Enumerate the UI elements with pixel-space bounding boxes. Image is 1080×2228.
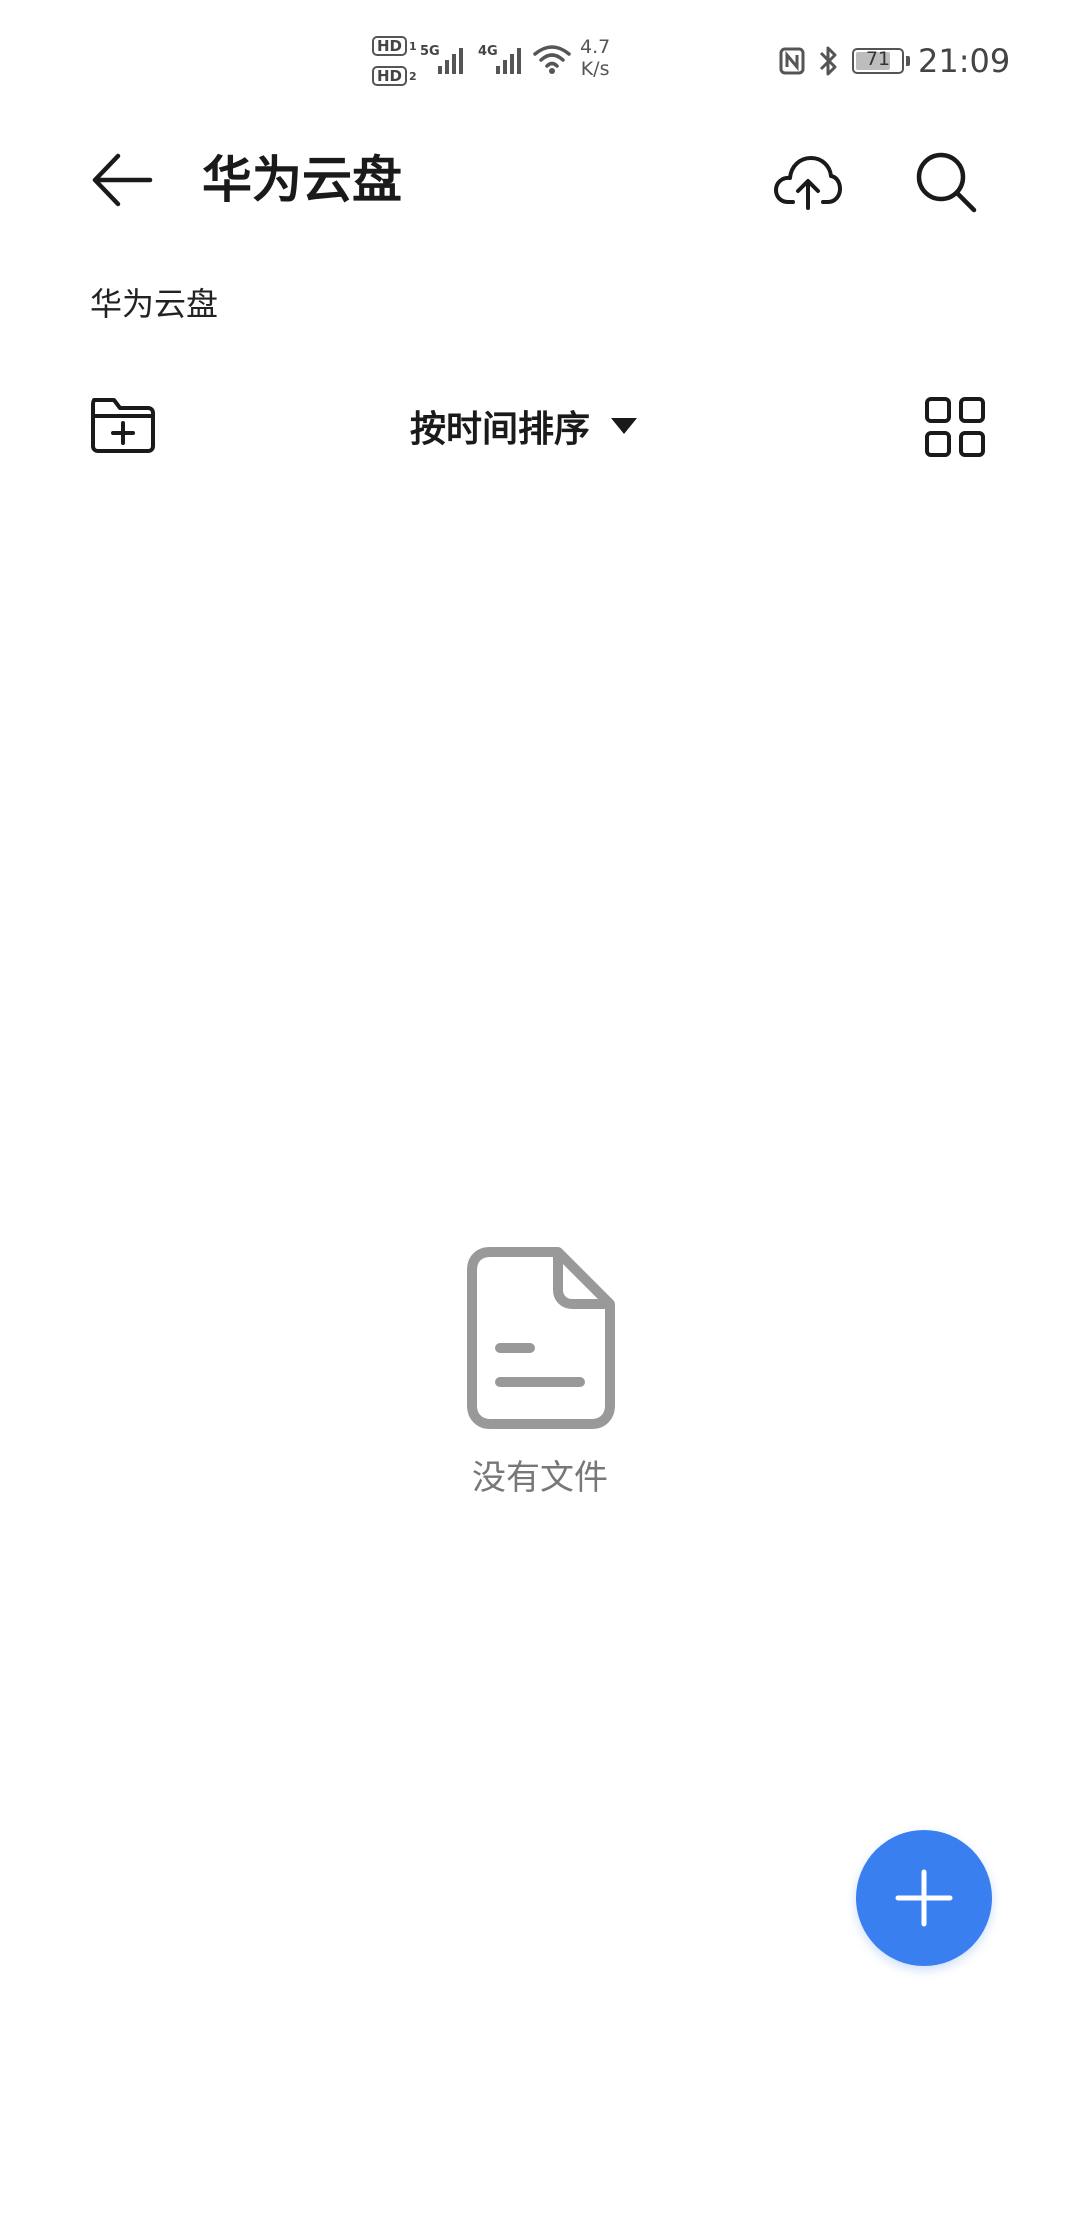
upload-button[interactable] [770,144,846,220]
hd-label: HD [372,66,408,86]
page-title: 华为云盘 [202,151,402,209]
sim-number: 2 [409,69,417,83]
sort-label: 按时间排序 [410,409,591,450]
add-fab-button[interactable] [856,1830,992,1966]
signal-strength-icon [496,48,521,74]
sim-number: 1 [409,39,417,53]
breadcrumb[interactable]: 华为云盘 [90,282,218,326]
search-button[interactable] [908,144,984,220]
clock: 21:09 [918,42,1011,80]
battery-indicator: 71 [852,48,910,74]
status-bar: HD 1 HD 2 5G 4G 4.7 K/s 71 21:09 [0,0,1080,120]
network-speed: 4.7 K/s [580,36,610,80]
empty-state-illustration [460,1244,620,1434]
grid-view-button[interactable] [922,394,988,460]
folder-add-icon [91,398,155,453]
battery-level: 71 [865,48,891,70]
nfc-icon [779,47,805,75]
hd-sim1-indicator: HD 1 [372,36,417,56]
plus-icon [895,1869,953,1927]
hd-label: HD [372,36,408,56]
sort-dropdown[interactable]: 按时间排序 [410,396,638,456]
speed-value: 4.7 [580,36,611,58]
bluetooth-icon [819,46,837,76]
cloud-upload-icon [774,156,842,210]
battery-nub [906,56,910,66]
arrow-left-icon [92,153,153,207]
hd-sim2-indicator: HD 2 [372,66,417,86]
signal-strength-icon [438,48,463,74]
search-icon [916,152,977,213]
speed-unit: K/s [580,58,610,80]
new-folder-button[interactable] [88,392,158,458]
triangle-down-icon [611,418,638,434]
empty-state-message: 没有文件 [472,1458,608,1498]
back-button[interactable] [86,144,158,216]
document-icon [467,1247,615,1429]
wifi-icon [533,45,571,74]
grid-view-icon [925,397,985,457]
